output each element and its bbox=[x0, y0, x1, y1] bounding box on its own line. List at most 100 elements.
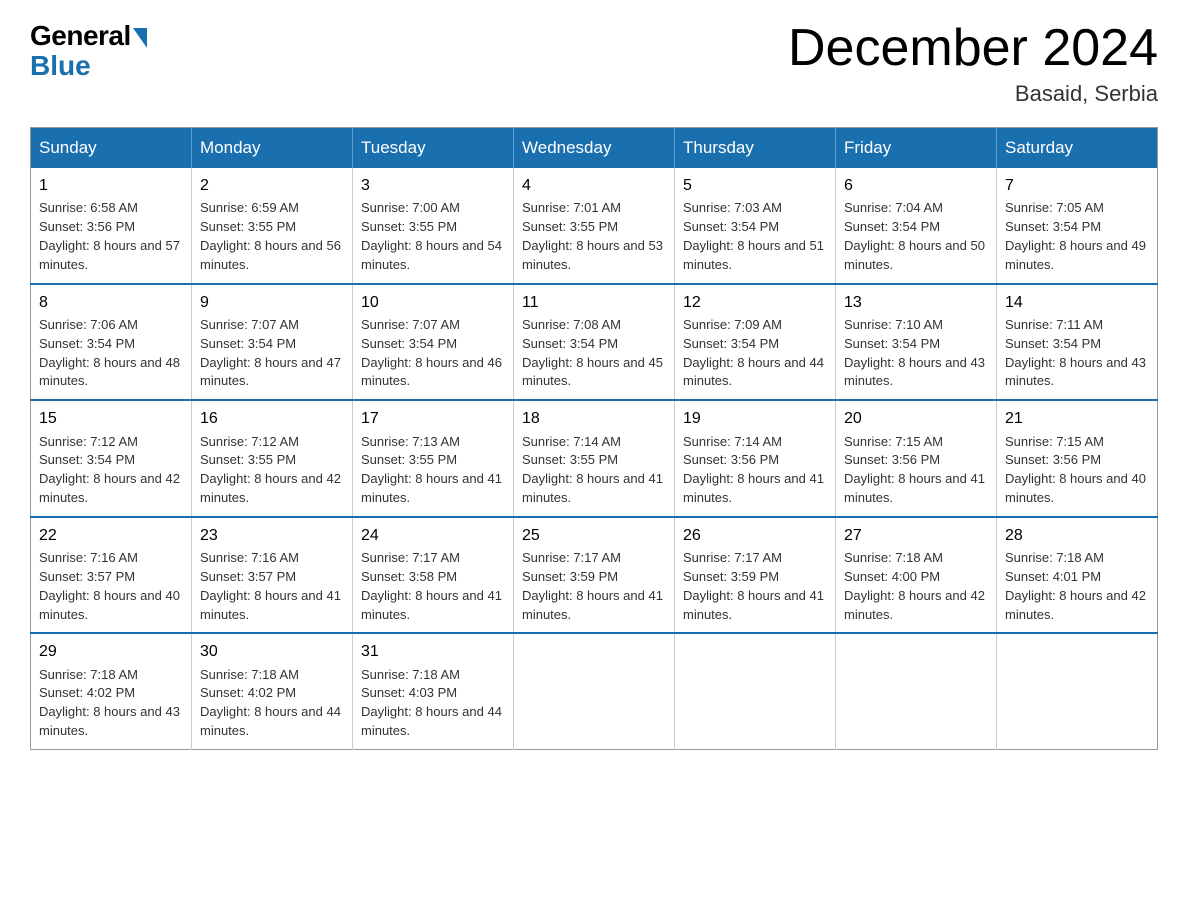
calendar-cell: 23 Sunrise: 7:16 AMSunset: 3:57 PMDayligh… bbox=[192, 517, 353, 634]
day-info: Sunrise: 7:08 AMSunset: 3:54 PMDaylight:… bbox=[522, 317, 663, 389]
calendar-cell: 22 Sunrise: 7:16 AMSunset: 3:57 PMDayligh… bbox=[31, 517, 192, 634]
month-title: December 2024 bbox=[788, 20, 1158, 77]
calendar-day-header: Friday bbox=[836, 128, 997, 169]
day-number: 2 bbox=[200, 174, 344, 197]
calendar-cell: 7 Sunrise: 7:05 AMSunset: 3:54 PMDaylight… bbox=[997, 168, 1158, 284]
calendar-cell bbox=[836, 633, 997, 749]
calendar-day-header: Monday bbox=[192, 128, 353, 169]
calendar-cell: 29 Sunrise: 7:18 AMSunset: 4:02 PMDayligh… bbox=[31, 633, 192, 749]
day-info: Sunrise: 7:03 AMSunset: 3:54 PMDaylight:… bbox=[683, 200, 824, 272]
day-info: Sunrise: 7:18 AMSunset: 4:03 PMDaylight:… bbox=[361, 667, 502, 739]
calendar-cell: 1 Sunrise: 6:58 AMSunset: 3:56 PMDaylight… bbox=[31, 168, 192, 284]
calendar-cell: 30 Sunrise: 7:18 AMSunset: 4:02 PMDayligh… bbox=[192, 633, 353, 749]
calendar-cell: 24Sunrise: 7:17 AMSunset: 3:58 PMDayligh… bbox=[353, 517, 514, 634]
day-number: 6 bbox=[844, 174, 988, 197]
day-info: Sunrise: 7:07 AMSunset: 3:54 PMDaylight:… bbox=[361, 317, 502, 389]
day-number: 20 bbox=[844, 407, 988, 430]
day-info: Sunrise: 6:58 AMSunset: 3:56 PMDaylight:… bbox=[39, 200, 180, 272]
day-info: Sunrise: 7:16 AMSunset: 3:57 PMDaylight:… bbox=[39, 550, 180, 622]
calendar-cell bbox=[675, 633, 836, 749]
calendar-cell: 16Sunrise: 7:12 AMSunset: 3:55 PMDayligh… bbox=[192, 400, 353, 517]
calendar-cell: 26 Sunrise: 7:17 AMSunset: 3:59 PMDayligh… bbox=[675, 517, 836, 634]
day-number: 19 bbox=[683, 407, 827, 430]
day-number: 3 bbox=[361, 174, 505, 197]
calendar-header-row: SundayMondayTuesdayWednesdayThursdayFrid… bbox=[31, 128, 1158, 169]
day-number: 8 bbox=[39, 291, 183, 314]
calendar-cell: 9Sunrise: 7:07 AMSunset: 3:54 PMDaylight… bbox=[192, 284, 353, 401]
day-number: 10 bbox=[361, 291, 505, 314]
calendar-cell: 31 Sunrise: 7:18 AMSunset: 4:03 PMDayligh… bbox=[353, 633, 514, 749]
day-info: Sunrise: 6:59 AMSunset: 3:55 PMDaylight:… bbox=[200, 200, 341, 272]
calendar-cell: 13Sunrise: 7:10 AMSunset: 3:54 PMDayligh… bbox=[836, 284, 997, 401]
day-number: 5 bbox=[683, 174, 827, 197]
day-number: 14 bbox=[1005, 291, 1149, 314]
day-number: 29 bbox=[39, 640, 183, 663]
day-number: 21 bbox=[1005, 407, 1149, 430]
day-number: 23 bbox=[200, 524, 344, 547]
day-info: Sunrise: 7:16 AMSunset: 3:57 PMDaylight:… bbox=[200, 550, 341, 622]
day-info: Sunrise: 7:05 AMSunset: 3:54 PMDaylight:… bbox=[1005, 200, 1146, 272]
day-number: 4 bbox=[522, 174, 666, 197]
day-info: Sunrise: 7:14 AMSunset: 3:55 PMDaylight:… bbox=[522, 434, 663, 506]
day-info: Sunrise: 7:11 AMSunset: 3:54 PMDaylight:… bbox=[1005, 317, 1146, 389]
calendar-table: SundayMondayTuesdayWednesdayThursdayFrid… bbox=[30, 127, 1158, 750]
calendar-cell bbox=[514, 633, 675, 749]
calendar-cell: 10 Sunrise: 7:07 AMSunset: 3:54 PMDayligh… bbox=[353, 284, 514, 401]
calendar-cell: 25 Sunrise: 7:17 AMSunset: 3:59 PMDayligh… bbox=[514, 517, 675, 634]
day-info: Sunrise: 7:10 AMSunset: 3:54 PMDaylight:… bbox=[844, 317, 985, 389]
location: Basaid, Serbia bbox=[788, 81, 1158, 107]
calendar-cell: 19 Sunrise: 7:14 AMSunset: 3:56 PMDayligh… bbox=[675, 400, 836, 517]
day-info: Sunrise: 7:17 AMSunset: 3:59 PMDaylight:… bbox=[683, 550, 824, 622]
calendar-cell: 8Sunrise: 7:06 AMSunset: 3:54 PMDaylight… bbox=[31, 284, 192, 401]
logo-triangle-icon bbox=[133, 28, 147, 48]
day-number: 15 bbox=[39, 407, 183, 430]
day-info: Sunrise: 7:09 AMSunset: 3:54 PMDaylight:… bbox=[683, 317, 824, 389]
logo: General Blue bbox=[30, 20, 147, 82]
calendar-cell: 28 Sunrise: 7:18 AMSunset: 4:01 PMDayligh… bbox=[997, 517, 1158, 634]
calendar-cell: 15 Sunrise: 7:12 AMSunset: 3:54 PMDayligh… bbox=[31, 400, 192, 517]
day-number: 11 bbox=[522, 291, 666, 314]
day-number: 12 bbox=[683, 291, 827, 314]
day-number: 27 bbox=[844, 524, 988, 547]
calendar-cell: 14 Sunrise: 7:11 AMSunset: 3:54 PMDayligh… bbox=[997, 284, 1158, 401]
calendar-day-header: Tuesday bbox=[353, 128, 514, 169]
calendar-week-row: 8Sunrise: 7:06 AMSunset: 3:54 PMDaylight… bbox=[31, 284, 1158, 401]
day-number: 25 bbox=[522, 524, 666, 547]
day-number: 28 bbox=[1005, 524, 1149, 547]
calendar-day-header: Saturday bbox=[997, 128, 1158, 169]
calendar-day-header: Wednesday bbox=[514, 128, 675, 169]
calendar-cell: 20Sunrise: 7:15 AMSunset: 3:56 PMDayligh… bbox=[836, 400, 997, 517]
day-info: Sunrise: 7:12 AMSunset: 3:54 PMDaylight:… bbox=[39, 434, 180, 506]
day-number: 1 bbox=[39, 174, 183, 197]
calendar-cell: 27 Sunrise: 7:18 AMSunset: 4:00 PMDayligh… bbox=[836, 517, 997, 634]
day-number: 18 bbox=[522, 407, 666, 430]
day-info: Sunrise: 7:18 AMSunset: 4:02 PMDaylight:… bbox=[200, 667, 341, 739]
day-number: 31 bbox=[361, 640, 505, 663]
calendar-cell: 2 Sunrise: 6:59 AMSunset: 3:55 PMDaylight… bbox=[192, 168, 353, 284]
day-info: Sunrise: 7:13 AMSunset: 3:55 PMDaylight:… bbox=[361, 434, 502, 506]
calendar-cell: 21 Sunrise: 7:15 AMSunset: 3:56 PMDayligh… bbox=[997, 400, 1158, 517]
day-number: 16 bbox=[200, 407, 344, 430]
calendar-cell: 5 Sunrise: 7:03 AMSunset: 3:54 PMDaylight… bbox=[675, 168, 836, 284]
calendar-cell: 4Sunrise: 7:01 AMSunset: 3:55 PMDaylight… bbox=[514, 168, 675, 284]
day-info: Sunrise: 7:07 AMSunset: 3:54 PMDaylight:… bbox=[200, 317, 341, 389]
calendar-cell: 11 Sunrise: 7:08 AMSunset: 3:54 PMDayligh… bbox=[514, 284, 675, 401]
day-info: Sunrise: 7:17 AMSunset: 3:59 PMDaylight:… bbox=[522, 550, 663, 622]
calendar-day-header: Thursday bbox=[675, 128, 836, 169]
calendar-cell: 3Sunrise: 7:00 AMSunset: 3:55 PMDaylight… bbox=[353, 168, 514, 284]
calendar-cell: 6Sunrise: 7:04 AMSunset: 3:54 PMDaylight… bbox=[836, 168, 997, 284]
logo-general-text: General bbox=[30, 20, 131, 52]
day-info: Sunrise: 7:18 AMSunset: 4:00 PMDaylight:… bbox=[844, 550, 985, 622]
day-info: Sunrise: 7:18 AMSunset: 4:01 PMDaylight:… bbox=[1005, 550, 1146, 622]
day-number: 7 bbox=[1005, 174, 1149, 197]
day-info: Sunrise: 7:14 AMSunset: 3:56 PMDaylight:… bbox=[683, 434, 824, 506]
calendar-week-row: 15 Sunrise: 7:12 AMSunset: 3:54 PMDayligh… bbox=[31, 400, 1158, 517]
day-number: 26 bbox=[683, 524, 827, 547]
day-info: Sunrise: 7:18 AMSunset: 4:02 PMDaylight:… bbox=[39, 667, 180, 739]
calendar-week-row: 1 Sunrise: 6:58 AMSunset: 3:56 PMDaylight… bbox=[31, 168, 1158, 284]
calendar-week-row: 29 Sunrise: 7:18 AMSunset: 4:02 PMDayligh… bbox=[31, 633, 1158, 749]
day-number: 17 bbox=[361, 407, 505, 430]
day-number: 30 bbox=[200, 640, 344, 663]
day-number: 22 bbox=[39, 524, 183, 547]
day-info: Sunrise: 7:15 AMSunset: 3:56 PMDaylight:… bbox=[1005, 434, 1146, 506]
